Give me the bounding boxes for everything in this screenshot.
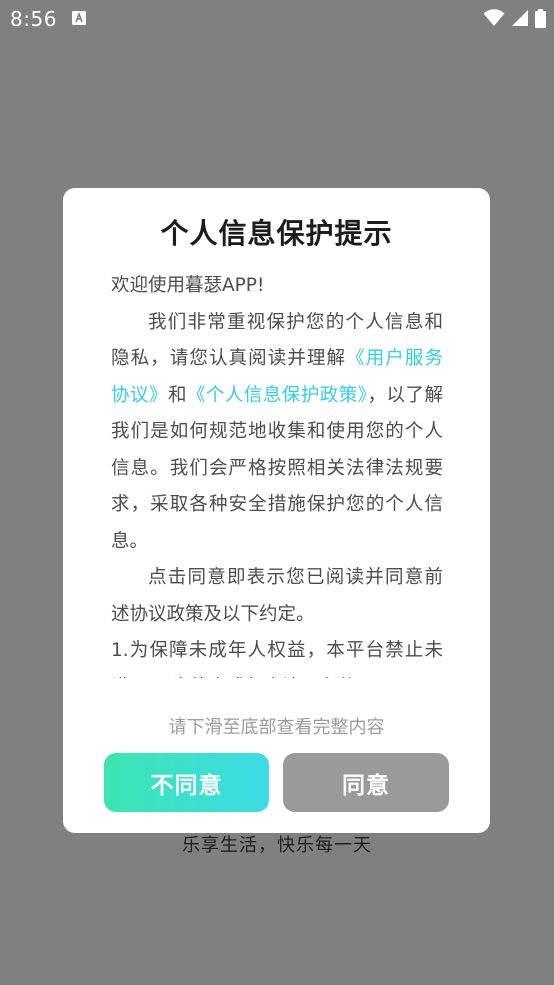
background-slogan: 乐享生活，快乐每一天 <box>182 835 372 856</box>
dialog-body-scroll[interactable]: 欢迎使用暮瑟APP! 我们非常重视保护您的个人信息和隐私，请您认真阅读并理解《用… <box>111 268 443 678</box>
scroll-hint: 请下滑至底部查看完整内容 <box>168 717 385 738</box>
agree-button[interactable]: 同意 <box>283 753 449 812</box>
status-icons <box>483 8 546 28</box>
paragraph-text: ，以了解我们是如何规范地收集和使用您的个人信息。我们会严格按照相关法律法规要求，… <box>111 384 443 552</box>
battery-icon <box>535 8 546 28</box>
signal-icon <box>512 10 528 26</box>
dialog-title: 个人信息保护提示 <box>160 217 393 250</box>
privacy-paragraph-1: 我们非常重视保护您的个人信息和隐私，请您认真阅读并理解《用户服务协议》和《个人信… <box>111 305 443 561</box>
privacy-paragraph-2: 点击同意即表示您已阅读并同意前述协议政策及以下约定。 <box>111 567 443 625</box>
status-bar: 8:56 <box>0 0 554 38</box>
paragraph-text: 和 <box>167 384 187 406</box>
status-time: 8:56 <box>10 7 57 31</box>
wifi-icon <box>483 9 505 26</box>
welcome-text: 欢迎使用暮瑟APP! <box>111 275 265 296</box>
privacy-policy-link[interactable]: 《个人信息保护政策》 <box>187 385 368 406</box>
notification-a-icon <box>72 11 86 25</box>
privacy-paragraph-3: 1.为保障未成年人权益，本平台禁止未满18周岁的未成年人注册和使用。 <box>111 640 443 678</box>
privacy-dialog: 个人信息保护提示 欢迎使用暮瑟APP! 我们非常重视保护您的个人信息和隐私，请您… <box>63 188 490 833</box>
disagree-button[interactable]: 不同意 <box>104 753 269 812</box>
